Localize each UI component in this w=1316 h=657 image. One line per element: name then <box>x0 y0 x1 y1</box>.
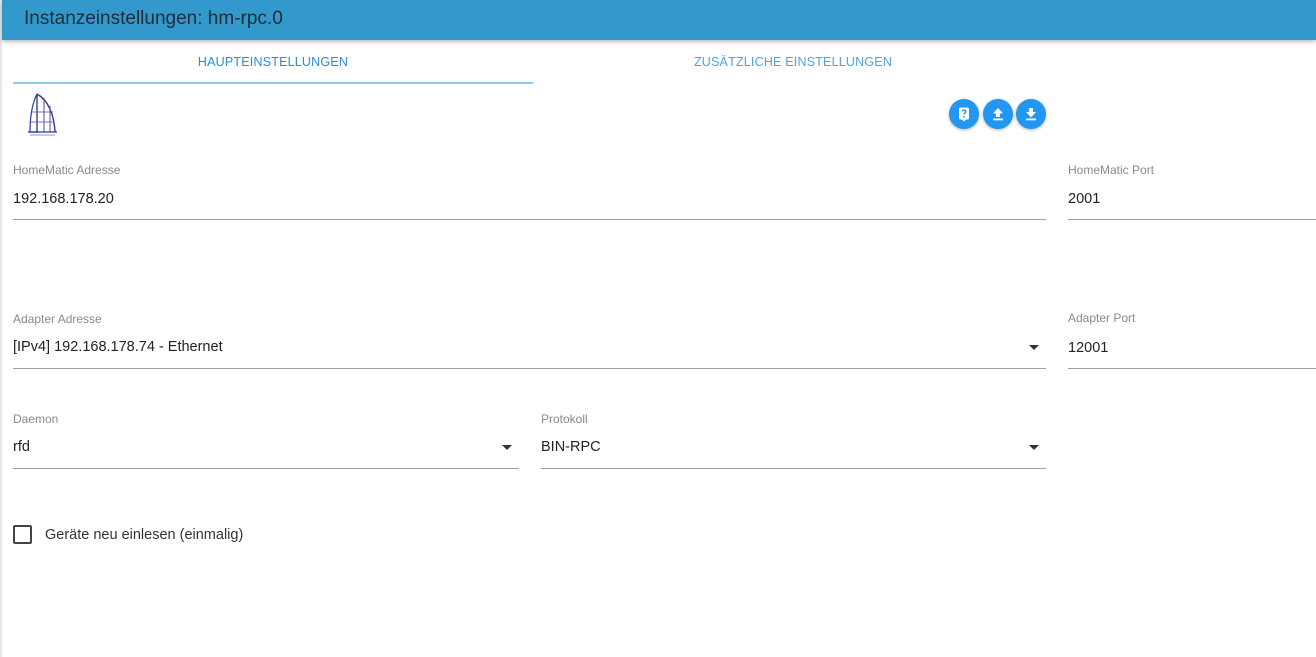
daemon-chevron-down-icon[interactable] <box>502 445 512 450</box>
protocol-underline <box>541 468 1046 469</box>
daemon-underline <box>13 468 519 469</box>
upload-icon <box>990 106 1006 122</box>
homematic-address-label: HomeMatic Adresse <box>13 163 121 177</box>
adapter-address-label: Adapter Adresse <box>13 312 102 326</box>
homematic-address-input[interactable]: 192.168.178.20 <box>13 191 114 207</box>
download-icon <box>1023 106 1039 122</box>
protocol-select[interactable]: BIN-RPC <box>541 439 601 455</box>
homematic-address-underline <box>13 219 1046 220</box>
adapter-address-select[interactable]: [IPv4] 192.168.178.74 - Ethernet <box>13 339 223 355</box>
title-bar: Instanzeinstellungen: hm-rpc.0 <box>2 0 1316 40</box>
help-button[interactable] <box>949 99 979 129</box>
adapter-port-input[interactable]: 12001 <box>1068 340 1108 356</box>
protocol-chevron-down-icon[interactable] <box>1029 445 1039 450</box>
window-edge <box>0 0 2 657</box>
reload-devices-checkbox[interactable] <box>13 525 32 544</box>
daemon-label: Daemon <box>13 412 59 426</box>
window-title: Instanzeinstellungen: hm-rpc.0 <box>24 8 283 29</box>
active-tab-indicator <box>13 82 533 84</box>
tab-main-settings[interactable]: HAUPTEINSTELLUNGEN <box>13 55 533 69</box>
help-icon <box>956 106 972 122</box>
adapter-port-underline <box>1068 368 1316 369</box>
homematic-port-label: HomeMatic Port <box>1068 163 1155 177</box>
instance-settings-dialog: Instanzeinstellungen: hm-rpc.0 HAUPTEINS… <box>0 0 1316 657</box>
adapter-address-chevron-down-icon[interactable] <box>1029 345 1039 350</box>
adapter-port-label: Adapter Port <box>1068 311 1136 325</box>
protocol-label: Protokoll <box>541 412 588 426</box>
homematic-logo <box>24 92 62 138</box>
adapter-address-underline <box>13 368 1046 369</box>
upload-button[interactable] <box>983 99 1013 129</box>
daemon-select[interactable]: rfd <box>13 439 30 455</box>
reload-devices-label: Geräte neu einlesen (einmalig) <box>45 527 244 543</box>
homematic-port-input[interactable]: 2001 <box>1068 191 1100 207</box>
homematic-port-underline <box>1068 219 1316 220</box>
tab-additional-settings[interactable]: ZUSÄTZLICHE EINSTELLUNGEN <box>533 55 1053 69</box>
download-button[interactable] <box>1016 99 1046 129</box>
